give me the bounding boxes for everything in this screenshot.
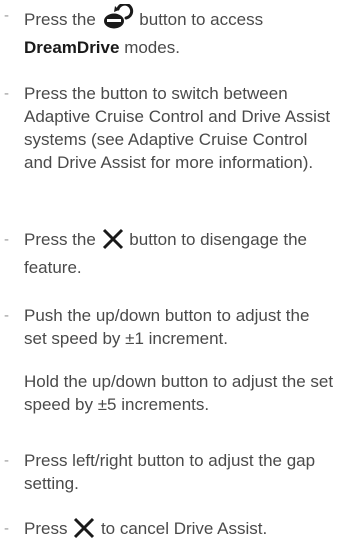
instructions-page: { "bullet": "-", "items": [ { "before": …: [0, 0, 340, 547]
list-item-speed: - Push the up/down button to adjust the …: [4, 304, 334, 416]
bullet-dash: -: [4, 452, 9, 469]
list-item-switch: - Press the button to switch between Ada…: [4, 82, 334, 174]
list-item-cancel: - Press to cancel Drive Assist.: [4, 517, 334, 545]
item-text: Push the up/down button to adjust the se…: [24, 306, 334, 414]
dreamdrive-icon: [101, 2, 135, 36]
dreamdrive-label: DreamDrive: [24, 38, 120, 57]
close-x-icon: [101, 228, 125, 256]
bullet-dash: -: [4, 520, 9, 537]
list-item-disengage: - Press the button to disengage the feat…: [4, 228, 334, 279]
item-text: Press to cancel Drive Assist.: [24, 517, 334, 545]
close-x-icon: [72, 517, 96, 545]
item-text: Press left/right button to adjust the ga…: [24, 451, 316, 493]
item-text: Press the button to access DreamDrive mo…: [24, 2, 334, 59]
bullet-dash: -: [4, 307, 9, 324]
bullet-dash: -: [4, 7, 9, 24]
item-text: Press the button to switch between Adapt…: [24, 84, 331, 172]
bullet-dash: -: [4, 231, 9, 248]
list-item-gap: - Press left/right button to adjust the …: [4, 449, 334, 495]
bullet-dash: -: [4, 85, 9, 102]
list-item-dreamdrive: - Press the button to access DreamDrive …: [4, 2, 334, 59]
item-text: Press the button to disengage the featur…: [24, 228, 307, 277]
